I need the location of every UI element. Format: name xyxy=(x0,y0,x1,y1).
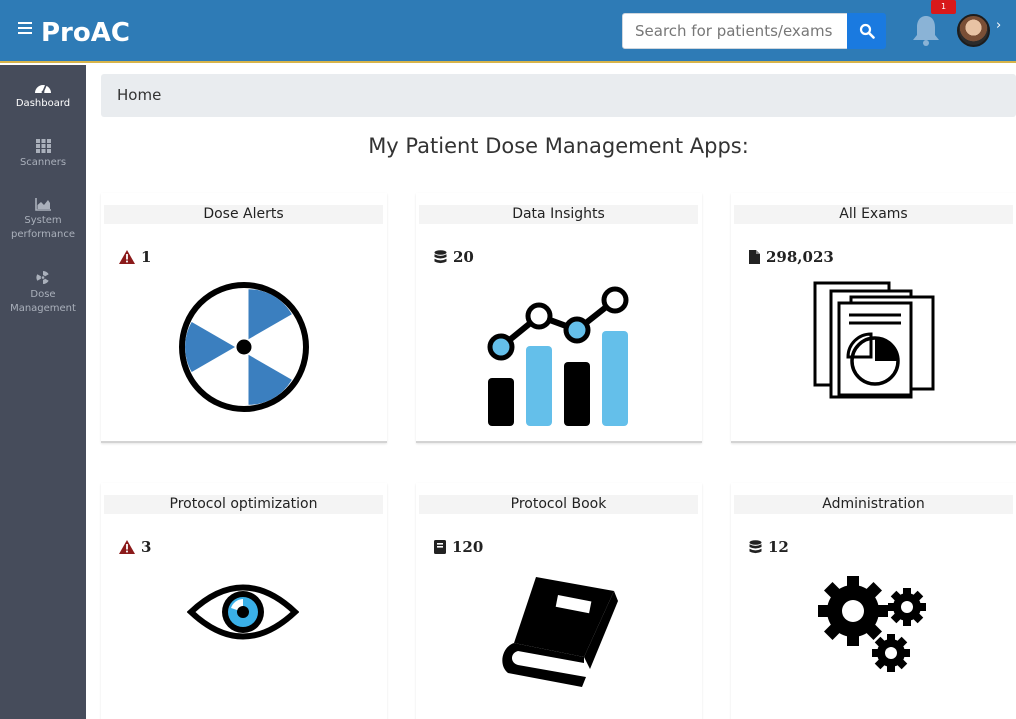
file-icon xyxy=(749,250,760,264)
card-count: 298,023 xyxy=(749,248,834,266)
search-input[interactable] xyxy=(622,13,848,49)
warning-icon xyxy=(119,540,135,554)
card-count: 12 xyxy=(749,538,789,556)
book-icon xyxy=(502,577,618,687)
card-protocol-optimization[interactable]: Protocol optimization 3 xyxy=(101,483,387,719)
sidebar-item-label: Dashboard xyxy=(15,98,71,109)
eye-icon xyxy=(187,584,299,640)
card-all-exams[interactable]: All Exams 298,023 xyxy=(731,193,1016,443)
card-count: 20 xyxy=(434,248,474,266)
radiation-symbol-icon xyxy=(179,282,309,412)
sidebar-item-label: Management xyxy=(10,303,76,314)
sidebar-item-label: System xyxy=(24,215,62,226)
card-title: Dose Alerts xyxy=(104,205,383,224)
count-value: 12 xyxy=(768,538,789,556)
card-protocol-book[interactable]: Protocol Book 120 xyxy=(416,483,702,719)
logo-text: ProAC xyxy=(41,18,130,48)
card-dose-alerts[interactable]: Dose Alerts 1 xyxy=(101,193,387,443)
breadcrumb[interactable]: Home xyxy=(101,74,1016,117)
database-icon xyxy=(434,250,447,264)
count-value: 20 xyxy=(453,248,474,266)
sidebar: Dashboard Scanners System performance Do… xyxy=(0,65,86,719)
gears-icon xyxy=(818,576,926,672)
search-button[interactable] xyxy=(847,13,886,49)
area-chart-icon xyxy=(35,198,51,211)
user-avatar[interactable] xyxy=(957,14,990,47)
card-administration[interactable]: Administration 12 xyxy=(731,483,1016,719)
card-title: Administration xyxy=(734,495,1013,514)
count-value: 120 xyxy=(452,538,484,556)
bar-line-chart-icon xyxy=(487,286,629,426)
card-title: Protocol Book xyxy=(419,495,698,514)
search-icon xyxy=(859,23,875,39)
book-small-icon xyxy=(434,540,446,554)
card-data-insights[interactable]: Data Insights 20 xyxy=(416,193,702,443)
sidebar-item-label: Scanners xyxy=(19,157,67,168)
chevron-right-icon[interactable]: › xyxy=(996,18,1001,33)
card-title: Data Insights xyxy=(419,205,698,224)
count-value: 1 xyxy=(141,248,152,266)
top-header: ProAC 1 › xyxy=(0,0,1016,63)
sidebar-item-label: performance xyxy=(10,229,76,240)
card-count: 1 xyxy=(119,248,151,266)
sidebar-item-system-performance[interactable]: System performance xyxy=(0,198,86,242)
menu-icon[interactable] xyxy=(18,22,32,38)
count-value: 3 xyxy=(141,538,152,556)
page-title: My Patient Dose Management Apps: xyxy=(368,134,749,158)
app-logo[interactable]: ProAC xyxy=(41,12,161,52)
grid-icon xyxy=(35,139,51,153)
database-icon xyxy=(749,540,762,554)
bell-icon[interactable] xyxy=(911,14,941,46)
card-count: 3 xyxy=(119,538,151,556)
notification-badge: 1 xyxy=(931,0,956,14)
sidebar-item-dashboard[interactable]: Dashboard xyxy=(0,80,86,111)
sidebar-item-scanners[interactable]: Scanners xyxy=(0,139,86,170)
card-title: All Exams xyxy=(734,205,1013,224)
documents-icon xyxy=(813,281,935,399)
dashboard-icon xyxy=(35,84,51,94)
warning-icon xyxy=(119,250,135,264)
card-title: Protocol optimization xyxy=(104,495,383,514)
radiation-icon xyxy=(36,270,49,285)
sidebar-item-label: Dose xyxy=(30,289,56,300)
count-value: 298,023 xyxy=(766,248,834,266)
sidebar-item-dose-management[interactable]: Dose Management xyxy=(0,270,86,316)
card-count: 120 xyxy=(434,538,483,556)
